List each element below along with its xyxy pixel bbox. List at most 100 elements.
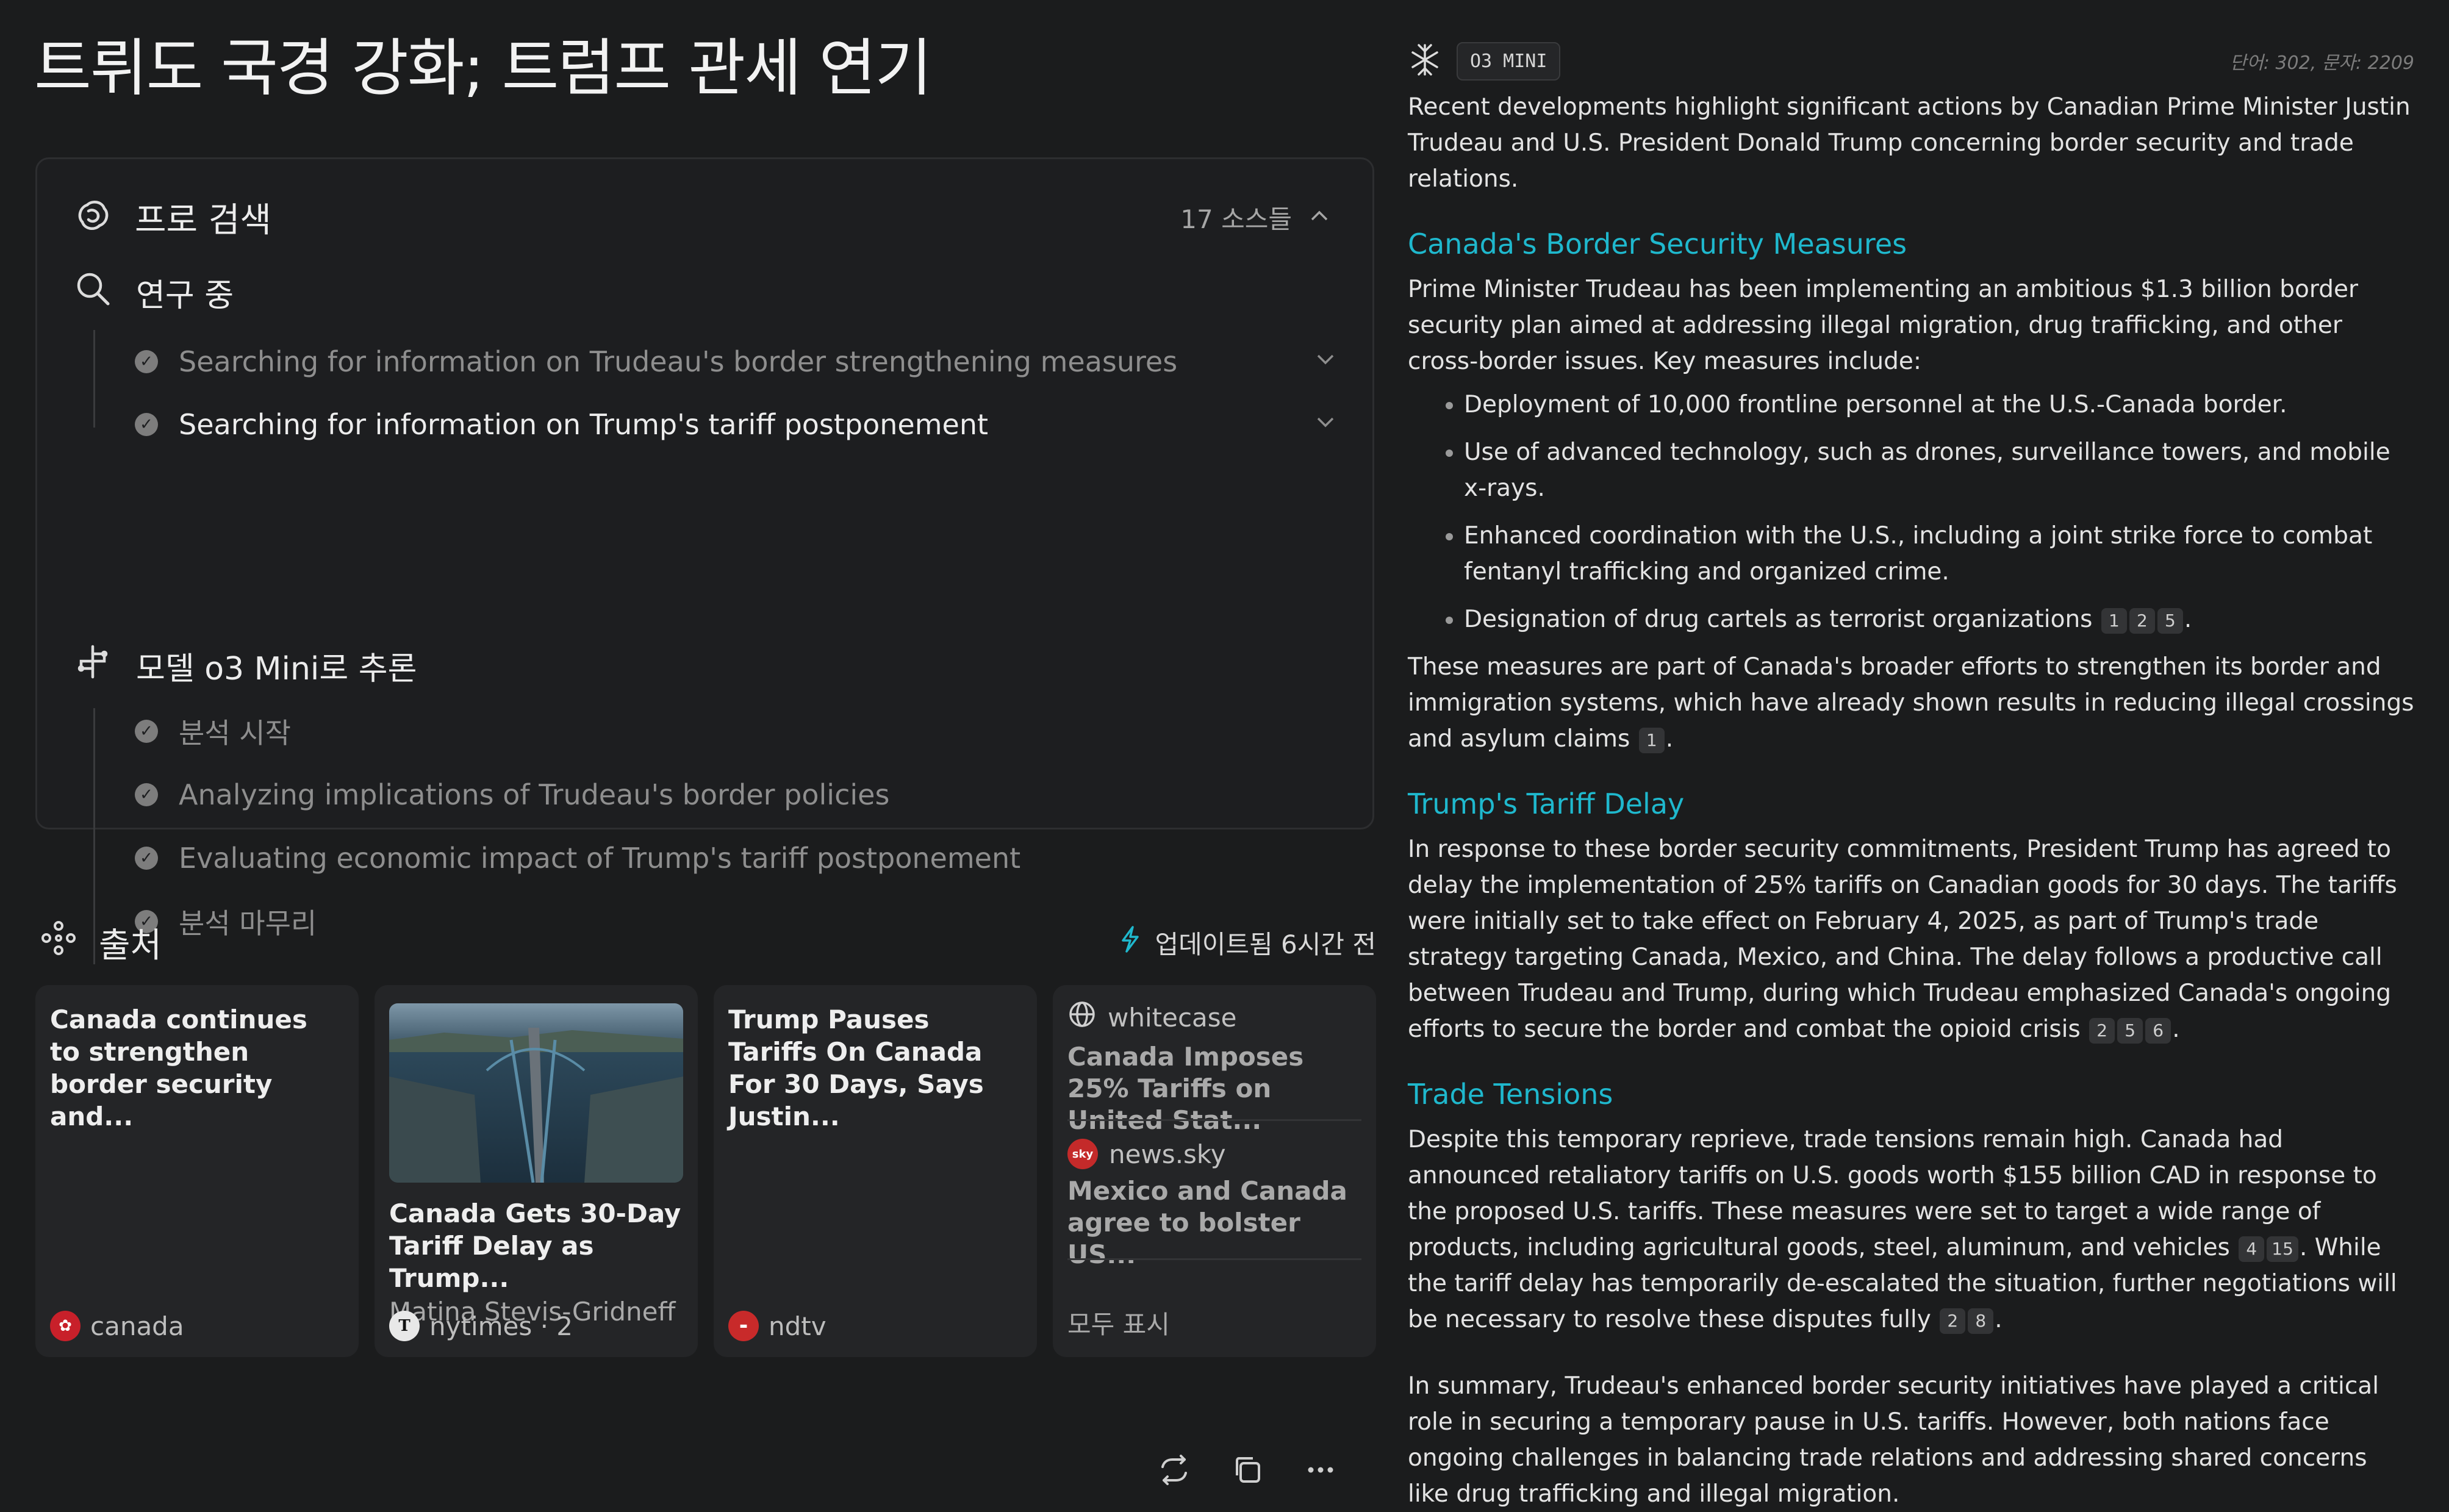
- measures-list: Deployment of 10,000 frontline personnel…: [1408, 387, 2414, 637]
- citation-badge[interactable]: 5: [2157, 607, 2183, 634]
- pro-search-header[interactable]: 프로 검색 17 소스들: [74, 184, 1330, 251]
- show-all-link[interactable]: 모두 표시: [1067, 1304, 1170, 1341]
- reasoning-step: ✓ Evaluating economic impact of Trump's …: [135, 834, 1336, 883]
- pro-search-label: 프로 검색: [135, 200, 271, 240]
- reasoning-step: ✓ 분석 시작: [135, 707, 1336, 756]
- source-card[interactable]: Canada Gets 30-Day Tariff Delay as Trump…: [375, 985, 698, 1357]
- check-icon: ✓: [135, 720, 158, 743]
- citation-badge[interactable]: 1: [1638, 727, 1665, 753]
- divider: [1067, 1119, 1361, 1121]
- section-paragraph: Despite this temporary reprieve, trade t…: [1408, 1122, 2414, 1338]
- chevron-down-icon[interactable]: [1315, 411, 1336, 438]
- citation-badge[interactable]: 2: [1940, 1308, 1966, 1334]
- source-card[interactable]: Canada continues to strengthen border se…: [35, 985, 359, 1357]
- citation-badge[interactable]: 1: [2101, 607, 2127, 634]
- section-paragraph: These measures are part of Canada's broa…: [1408, 649, 2414, 757]
- section-paragraph: Prime Minister Trudeau has been implemen…: [1408, 276, 2359, 375]
- research-step-label: Searching for information on Trudeau's b…: [179, 345, 1178, 378]
- paragraph-text: In response to these border security com…: [1408, 836, 2397, 1043]
- list-item: Designation of drug cartels as terrorist…: [1464, 601, 2414, 637]
- mini-source[interactable]: sky news.sky Mexico and Canada agree to …: [1067, 1139, 1361, 1270]
- research-step[interactable]: ✓ Searching for information on Trudeau's…: [135, 337, 1336, 386]
- chevron-up-icon[interactable]: [1309, 202, 1330, 232]
- citation-badge[interactable]: 8: [1968, 1308, 1994, 1334]
- nytimes-icon: T: [389, 1311, 420, 1341]
- more-icon[interactable]: [1302, 1452, 1339, 1488]
- updated-label: 업데이트됨 6시간 전: [1155, 929, 1376, 959]
- lightning-icon: [1118, 926, 1142, 959]
- page-title: 트뤼도 국경 강화; 트럼프 관세 연기: [34, 32, 932, 105]
- page: 트뤼도 국경 강화; 트럼프 관세 연기 프로 검색 17 소스들 연구 중 ✓…: [0, 0, 2449, 1510]
- search-icon: [74, 270, 112, 315]
- period: .: [2184, 606, 2192, 633]
- citation-badge[interactable]: 4: [2239, 1236, 2265, 1262]
- research-step-label: Searching for information on Trump's tar…: [179, 408, 989, 441]
- sources-count: 17 소스들: [1180, 204, 1292, 234]
- reasoning-icon: [74, 643, 112, 689]
- research-step[interactable]: ✓ Searching for information on Trump's t…: [135, 400, 1336, 449]
- mini-source-site: whitecase: [1108, 1002, 1237, 1033]
- citation-badge[interactable]: 2: [2129, 607, 2155, 634]
- citation-badge[interactable]: 5: [2117, 1017, 2143, 1044]
- section-heading: Trade Tensions: [1408, 1078, 1613, 1111]
- sources-header: 출처 업데이트됨 6시간 전: [40, 915, 1376, 970]
- researching-row: 연구 중: [74, 262, 234, 323]
- list-item-text: Designation of drug cartels as terrorist…: [1464, 606, 2093, 633]
- researching-label: 연구 중: [136, 277, 234, 314]
- reasoning-step: ✓ Analyzing implications of Trudeau's bo…: [135, 770, 1336, 819]
- reasoning-step-label: Evaluating economic impact of Trump's ta…: [179, 842, 1021, 875]
- rewrite-icon[interactable]: [1156, 1452, 1192, 1488]
- mini-source[interactable]: whitecase Canada Imposes 25% Tariffs on …: [1067, 1000, 1361, 1136]
- source-card[interactable]: Trump Pauses Tariffs On Canada For 30 Da…: [714, 985, 1037, 1357]
- citation-badge[interactable]: 15: [2267, 1236, 2298, 1262]
- sky-news-icon: sky: [1067, 1139, 1098, 1169]
- list-item: Deployment of 10,000 frontline personnel…: [1464, 387, 2414, 423]
- period: .: [1665, 725, 1674, 753]
- globe-icon: [1067, 1000, 1097, 1035]
- source-cards: Canada continues to strengthen border se…: [35, 985, 1377, 1357]
- source-card-site: ndtv: [769, 1311, 826, 1341]
- answer-summary: In summary, Trudeau's enhanced border se…: [1408, 1372, 2379, 1508]
- pro-search-panel: 프로 검색 17 소스들 연구 중 ✓ Searching for inform…: [35, 157, 1374, 964]
- reasoning-step-label: 분석 시작: [179, 717, 291, 750]
- check-icon: ✓: [135, 783, 158, 806]
- check-icon: ✓: [135, 350, 158, 373]
- citation-badge[interactable]: 2: [2089, 1017, 2115, 1044]
- period: .: [1995, 1306, 2003, 1333]
- ndtv-icon: ▬: [728, 1311, 759, 1341]
- model-icon: [1408, 43, 1442, 79]
- source-card-more: whitecase Canada Imposes 25% Tariffs on …: [1053, 985, 1376, 1357]
- section-heading: Trump's Tariff Delay: [1408, 787, 1685, 820]
- section-paragraph: In response to these border security com…: [1408, 831, 2414, 1047]
- step-connector: [93, 330, 95, 428]
- answer-intro: Recent developments highlight significan…: [1408, 93, 2411, 193]
- show-all-label: 모두 표시: [1067, 1310, 1170, 1339]
- sources-label: 출처: [99, 925, 162, 966]
- sources-icon: [40, 920, 77, 965]
- mini-source-title: Mexico and Canada agree to bolster US...: [1067, 1176, 1347, 1269]
- mini-source-site: news.sky: [1109, 1139, 1226, 1169]
- divider: [1067, 1258, 1361, 1260]
- list-item: Enhanced coordination with the U.S., inc…: [1464, 518, 2414, 590]
- check-icon: ✓: [135, 847, 158, 870]
- reasoning-label: 모델 o3 Mini로 추론: [136, 650, 417, 687]
- citation-badge[interactable]: 6: [2145, 1017, 2171, 1044]
- pro-search-icon: [74, 196, 113, 238]
- word-count: 단어: 302, 문자: 2209: [2229, 52, 2414, 74]
- source-card-title: Trump Pauses Tariffs On Canada For 30 Da…: [728, 1005, 984, 1131]
- section-heading: Canada's Border Security Measures: [1408, 228, 1907, 260]
- paragraph-text: These measures are part of Canada's broa…: [1408, 653, 2414, 753]
- model-badge: O3 MINI: [1457, 41, 1561, 81]
- reasoning-step-label: Analyzing implications of Trudeau's bord…: [179, 778, 890, 811]
- source-card-site: nytimes · 2: [429, 1311, 573, 1341]
- paragraph-text: Despite this temporary reprieve, trade t…: [1408, 1126, 2377, 1261]
- answer-actions: [1156, 1449, 1339, 1491]
- canada-flag-icon: ✿: [50, 1311, 81, 1341]
- check-icon: ✓: [135, 413, 158, 436]
- list-item: Use of advanced technology, such as dron…: [1464, 434, 2414, 506]
- copy-icon[interactable]: [1229, 1452, 1266, 1488]
- source-card-site: canada: [90, 1311, 184, 1341]
- chevron-down-icon[interactable]: [1315, 348, 1336, 375]
- answer-panel: O3 MINI 단어: 302, 문자: 2209 Recent develop…: [1408, 37, 2414, 1512]
- period: .: [2172, 1016, 2180, 1043]
